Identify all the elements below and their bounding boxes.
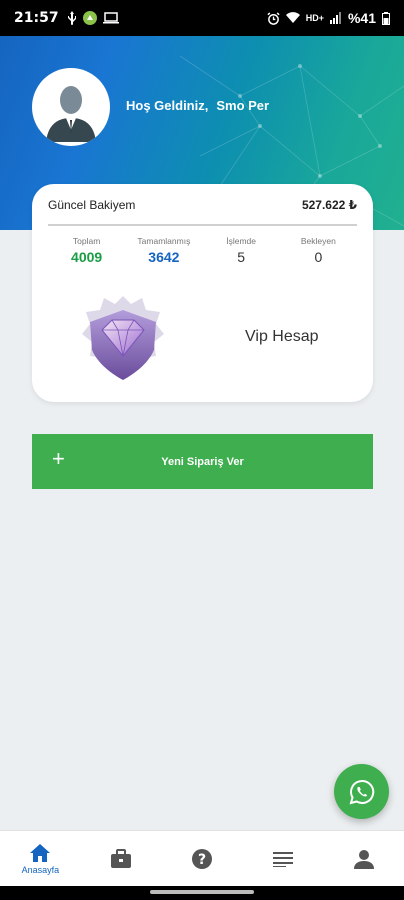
new-order-label: Yeni Sipariş Ver <box>161 455 244 468</box>
whatsapp-icon <box>349 779 374 804</box>
stat-completed: Tamamlanmış 3642 <box>125 236 202 265</box>
user-avatar-icon <box>46 86 96 142</box>
stat-label: Tamamlanmış <box>137 236 191 246</box>
network-type: HD+ <box>305 13 324 23</box>
signal-icon <box>329 12 341 24</box>
stat-value: 4009 <box>71 249 103 265</box>
order-stats: Toplam 4009 Tamamlanmış 3642 İşlemde 5 B… <box>48 236 357 265</box>
stat-value: 3642 <box>148 249 180 265</box>
briefcase-icon <box>111 848 132 868</box>
divider <box>48 224 357 226</box>
whatsapp-button[interactable] <box>334 764 389 819</box>
balance-card: Güncel Bakiyem 527.622 ₺ Toplam 4009 Tam… <box>32 184 373 402</box>
bottom-navigation: Anasayfa ? <box>0 830 404 886</box>
stat-value: 0 <box>314 249 323 265</box>
plus-icon: + <box>52 446 65 471</box>
stat-value: 5 <box>237 249 246 265</box>
status-bar: 21:57 HD+ %41 <box>0 0 404 36</box>
battery-icon <box>382 11 390 25</box>
person-icon <box>353 849 374 869</box>
balance-label: Güncel Bakiyem <box>48 198 136 212</box>
stat-in-progress: İşlemde 5 <box>203 236 280 265</box>
greeting-text: Hoş Geldiniz, <box>126 98 209 113</box>
nav-item-home[interactable]: Anasayfa <box>10 831 70 887</box>
stat-total: Toplam 4009 <box>48 236 125 265</box>
wifi-icon <box>285 12 300 23</box>
svg-text:?: ? <box>198 852 206 868</box>
alarm-icon <box>267 11 280 25</box>
laptop-icon <box>102 12 119 24</box>
home-icon <box>30 843 51 862</box>
list-icon <box>272 851 293 867</box>
usb-icon <box>67 11 76 25</box>
status-time: 21:57 <box>14 10 59 26</box>
stat-pending: Bekleyen 0 <box>280 236 357 265</box>
nav-item-label: Anasayfa <box>21 864 60 875</box>
greeting: Hoş Geldiniz, Smo Per <box>126 98 269 113</box>
vip-diamond-badge-icon <box>82 296 164 380</box>
nav-item-profile[interactable] <box>334 831 394 887</box>
stat-label: Toplam <box>72 236 101 246</box>
help-icon: ? <box>191 848 212 869</box>
avatar[interactable] <box>32 68 110 146</box>
account-type: Vip Hesap <box>245 328 319 345</box>
new-order-button[interactable]: + Yeni Sipariş Ver <box>32 434 373 489</box>
nav-item-orders[interactable] <box>253 831 313 887</box>
stat-label: Bekleyen <box>300 236 336 246</box>
nav-item-help[interactable]: ? <box>172 831 232 887</box>
balance-value: 527.622 ₺ <box>301 198 357 212</box>
app-notification-icon <box>82 11 97 25</box>
username: Smo Per <box>216 98 270 113</box>
nav-item-services[interactable] <box>91 831 151 887</box>
gesture-bar <box>0 886 404 900</box>
stat-label: İşlemde <box>226 236 256 246</box>
battery-level: %41 <box>347 10 376 26</box>
home-indicator[interactable] <box>150 890 254 894</box>
